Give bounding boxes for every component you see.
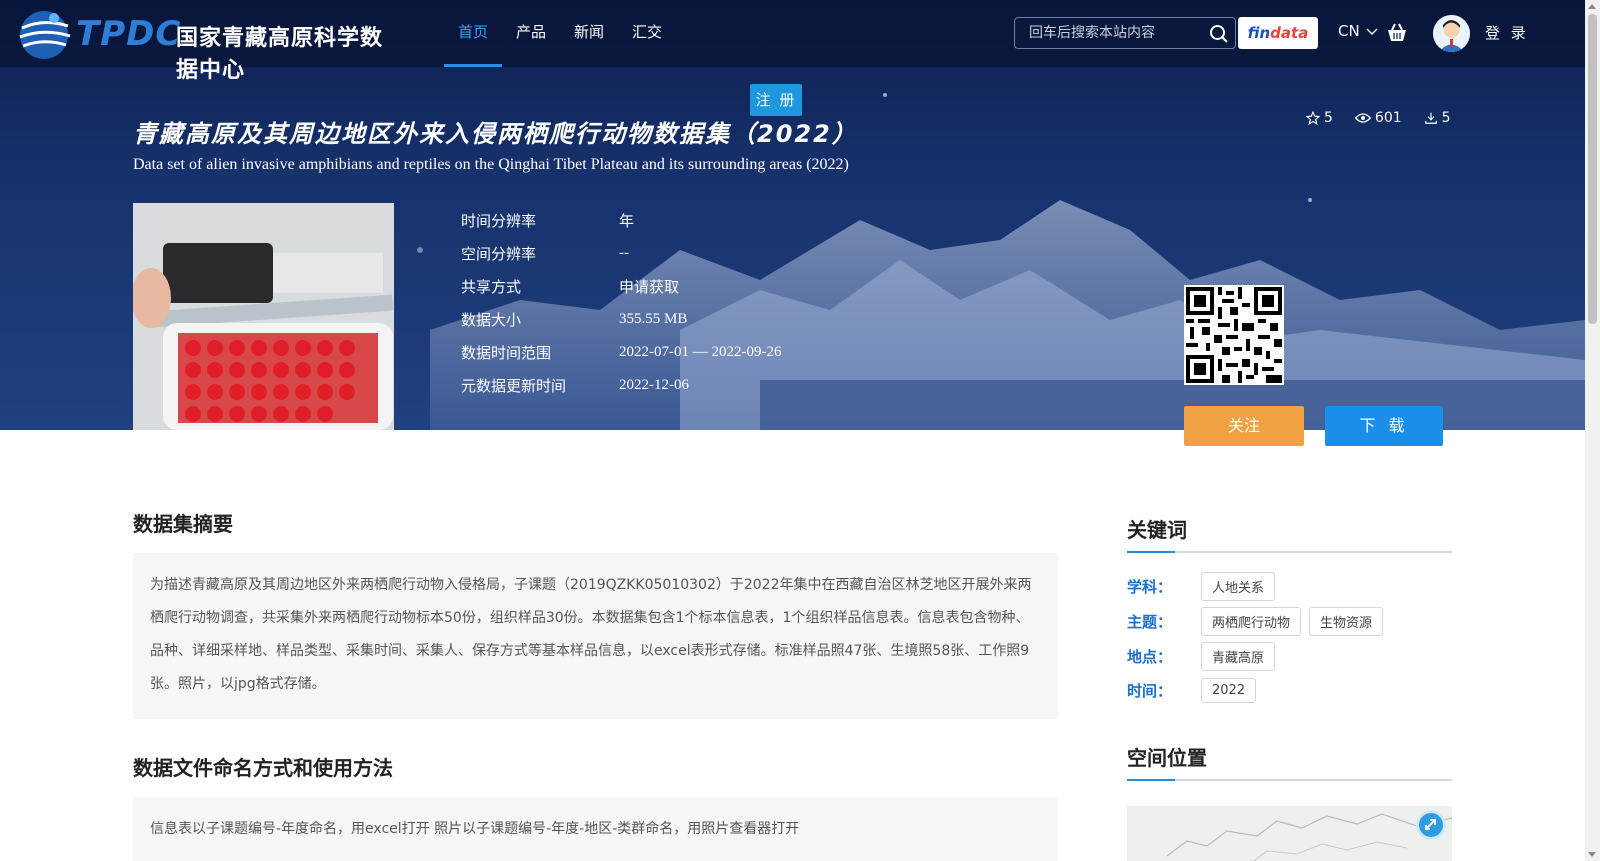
login-link[interactable]: 登 录 <box>1485 22 1529 43</box>
abstract-title: 数据集摘要 <box>133 512 233 536</box>
scrollbar-thumb[interactable] <box>1588 14 1597 324</box>
user-avatar-icon <box>1433 15 1470 52</box>
specimen-photo <box>133 203 394 430</box>
meta-value: 年 <box>619 214 635 230</box>
meta-value: -- <box>619 245 629 261</box>
meta-key: 数据大小 <box>461 311 522 329</box>
nav-home[interactable]: 首页 <box>444 0 503 67</box>
meta-key: 元数据更新时间 <box>461 377 567 395</box>
logo-text-cn: 国家青藏高原科学数据中心 <box>176 26 384 83</box>
search-box <box>1014 17 1236 49</box>
download-button[interactable]: 下 载 <box>1325 406 1443 446</box>
meta-row: 元数据更新时间 2022-12-06 <box>461 369 781 402</box>
stat-stars[interactable]: 5 <box>1306 110 1333 126</box>
chevron-down-icon <box>1366 27 1379 35</box>
cart-icon[interactable] <box>1386 23 1408 43</box>
dataset-title: 青藏高原及其周边地区外来入侵两栖爬行动物数据集（2022） <box>133 120 858 148</box>
qr-code-icon <box>1186 287 1282 383</box>
qr-code <box>1184 285 1284 385</box>
keyword-row-theme: 主题： 两栖爬行动物 生物资源 <box>1127 607 1391 636</box>
search-input[interactable] <box>1029 18 1209 48</box>
scrollbar[interactable] <box>1585 0 1600 861</box>
dataset-stats: 5 601 5 <box>1306 110 1451 126</box>
keyword-label: 主题： <box>1127 613 1173 631</box>
meta-value: 355.55 MB <box>619 311 688 327</box>
keyword-label: 时间： <box>1127 682 1173 700</box>
meta-row: 空间分辨率 -- <box>461 237 781 270</box>
keyword-row-time: 时间： 2022 <box>1127 678 1264 703</box>
findata-button[interactable]: findata <box>1238 17 1318 49</box>
keyword-label: 地点： <box>1127 648 1173 666</box>
keywords-title: 关键词 <box>1127 514 1452 553</box>
naming-title: 数据文件命名方式和使用方法 <box>133 756 393 780</box>
register-button[interactable]: 注 册 <box>750 84 802 116</box>
language-label: CN <box>1338 22 1360 40</box>
scroll-up-arrow[interactable] <box>1588 4 1596 9</box>
keyword-tag[interactable]: 2022 <box>1201 678 1257 703</box>
meta-value: 申请获取 <box>619 280 680 296</box>
main-nav: 首页 产品 新闻 汇交 <box>444 0 676 67</box>
meta-row: 共享方式 申请获取 <box>461 270 781 303</box>
map-outline <box>1166 813 1452 861</box>
avatar[interactable] <box>1433 15 1470 52</box>
stat-views: 601 <box>1354 110 1402 126</box>
expand-icon <box>1425 819 1436 830</box>
keyword-row-place: 地点： 青藏高原 <box>1127 642 1283 671</box>
logo-text-en: TPDC <box>76 14 182 54</box>
keyword-tag[interactable]: 人地关系 <box>1201 572 1276 601</box>
naming-box: 信息表以子课题编号-年度命名，用excel打开 照片以子课题编号-年度-地区-类… <box>133 797 1058 861</box>
stars-count: 5 <box>1324 110 1333 126</box>
nav-products[interactable]: 产品 <box>502 0 560 67</box>
meta-row: 数据大小 355.55 MB <box>461 303 781 336</box>
meta-key: 数据时间范围 <box>461 344 552 362</box>
nav-news[interactable]: 新闻 <box>560 0 618 67</box>
dataset-metadata: 时间分辨率 年 空间分辨率 -- 共享方式 申请获取 数据大小 355.55 M… <box>461 204 781 402</box>
abstract-text: 为描述青藏高原及其周边地区外来两栖爬行动物入侵格局，子课题（2019QZKK05… <box>150 577 1032 692</box>
keyword-tag[interactable]: 生物资源 <box>1309 607 1384 636</box>
keyword-row-discipline: 学科： 人地关系 <box>1127 572 1283 601</box>
meta-key: 共享方式 <box>461 278 522 296</box>
dataset-subtitle: Data set of alien invasive amphibians an… <box>133 156 849 173</box>
language-switcher[interactable]: CN <box>1338 22 1379 40</box>
nav-submit[interactable]: 汇交 <box>618 0 676 67</box>
download-icon <box>1424 112 1437 124</box>
keyword-tag[interactable]: 青藏高原 <box>1201 642 1276 671</box>
views-count: 601 <box>1374 110 1402 126</box>
stat-downloads: 5 <box>1424 110 1451 126</box>
meta-row: 数据时间范围 2022-07-01 — 2022-09-26 <box>461 336 781 369</box>
map-expand-button[interactable] <box>1416 810 1446 840</box>
follow-button[interactable]: 关注 <box>1184 406 1304 446</box>
findata-text-fin: fin <box>1247 24 1271 42</box>
keyword-tag[interactable]: 两栖爬行动物 <box>1201 607 1302 636</box>
star-icon <box>1306 111 1320 125</box>
search-icon[interactable] <box>1209 24 1229 44</box>
downloads-count: 5 <box>1441 110 1451 126</box>
findata-text-data: data <box>1270 24 1309 42</box>
abstract-box: 为描述青藏高原及其周边地区外来两栖爬行动物入侵格局，子课题（2019QZKK05… <box>133 553 1058 719</box>
globe-logo-icon <box>19 11 71 59</box>
location-title: 空间位置 <box>1127 742 1452 781</box>
site-logo[interactable]: TPDC 国家青藏高原科学数据中心 <box>14 4 404 83</box>
eye-icon <box>1354 113 1371 123</box>
meta-row: 时间分辨率 年 <box>461 204 781 237</box>
meta-key: 时间分辨率 <box>461 212 537 230</box>
location-map[interactable] <box>1127 806 1452 861</box>
keyword-label: 学科： <box>1127 578 1173 596</box>
meta-key: 空间分辨率 <box>461 245 537 263</box>
scroll-down-arrow[interactable] <box>1588 852 1596 857</box>
meta-value: 2022-07-01 — 2022-09-26 <box>619 344 782 360</box>
meta-value: 2022-12-06 <box>619 377 689 393</box>
page: TPDC 国家青藏高原科学数据中心 首页 产品 新闻 汇交 findata CN <box>0 0 1600 861</box>
naming-text: 信息表以子课题编号-年度命名，用excel打开 照片以子课题编号-年度-地区-类… <box>150 821 800 837</box>
dataset-thumbnail[interactable] <box>133 203 394 430</box>
